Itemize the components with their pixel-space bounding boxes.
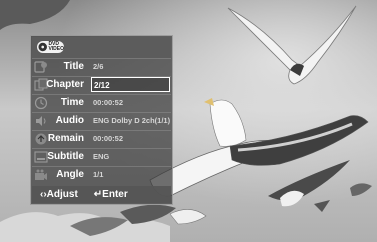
adjust-hint: ‹›Adjust [40, 189, 78, 200]
info-row-time[interactable]: Time 00:00:52 [32, 94, 171, 112]
title-icon [34, 61, 47, 73]
audio-label: Audio [55, 115, 84, 126]
remain-icon [35, 133, 47, 145]
info-row-remain[interactable]: Remain 00:00:52 [32, 130, 171, 148]
remain-value: 00:00:52 [93, 134, 124, 143]
badge-line-2: VIDEO [48, 46, 64, 52]
angle-value: 1/1 [93, 170, 104, 179]
info-row-angle[interactable]: Angle 1/1 [32, 166, 171, 184]
time-value: 00:00:52 [93, 98, 124, 107]
angle-label: Angle [56, 169, 84, 180]
chapter-value[interactable]: 2/12 [91, 77, 170, 92]
info-row-subtitle[interactable]: Subtitle ENG [32, 148, 171, 166]
audio-value: ENG Dolby D 2ch(1/1) [93, 116, 170, 125]
subtitle-icon [34, 151, 48, 163]
enter-hint: ↵Enter [93, 189, 128, 200]
title-label: Title [63, 61, 84, 72]
chapter-label: Chapter [46, 79, 84, 90]
panel-footer: ‹›Adjust ↵Enter [32, 186, 171, 203]
panel-header: DVD VIDEO [32, 37, 171, 58]
dvd-video-badge: DVD VIDEO [37, 41, 64, 53]
subtitle-label: Subtitle [47, 151, 84, 162]
remain-label: Remain [47, 133, 84, 144]
clock-icon [34, 96, 48, 110]
title-value: 2/6 [93, 62, 104, 71]
dvd-info-panel: DVD VIDEO Title 2/6 Chapter 2/12 Time 00… [30, 35, 173, 205]
info-row-audio[interactable]: Audio ENG Dolby D 2ch(1/1) [32, 112, 171, 130]
time-label: Time [60, 97, 84, 108]
info-row-title[interactable]: Title 2/6 [32, 58, 171, 76]
disc-icon [38, 42, 47, 52]
speaker-icon [36, 116, 46, 126]
info-row-chapter[interactable]: Chapter 2/12 [32, 76, 171, 94]
subtitle-value: ENG [93, 152, 110, 161]
camera-icon [35, 169, 47, 180]
